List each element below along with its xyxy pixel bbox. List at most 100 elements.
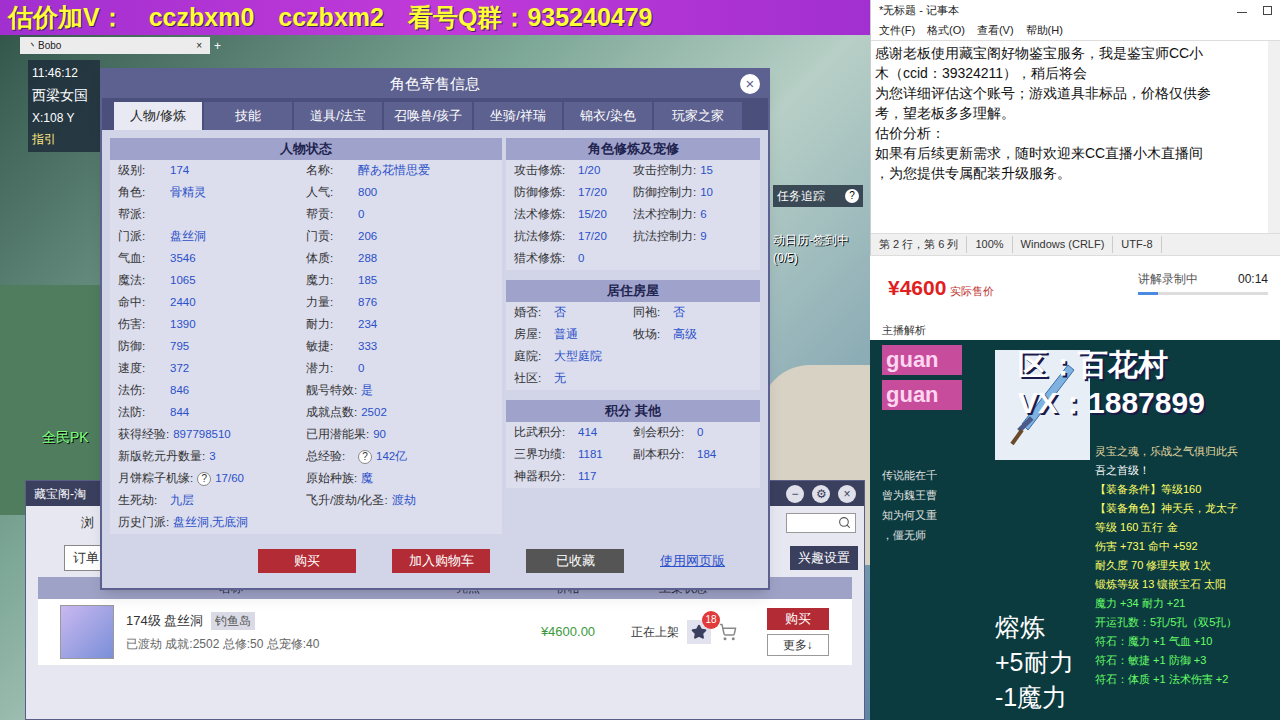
- smelt-line: -1魔力: [995, 680, 1095, 715]
- stat-label: 法术修炼:: [514, 206, 574, 223]
- favorite-button[interactable]: 18: [687, 620, 711, 644]
- text-line: 感谢老板使用藏宝阁好物鉴宝服务，我是鉴宝师CC小: [875, 43, 1264, 63]
- calendar[interactable]: 动日历-签到中(0/5): [773, 231, 865, 267]
- stat-label: 新版乾元丹数量:: [118, 448, 205, 465]
- stat-label: 抗法修炼:: [514, 228, 574, 245]
- stat-cell: 社区:无: [514, 370, 633, 387]
- interest-button[interactable]: 兴趣设置: [790, 546, 858, 570]
- banner-text: cczbxm2: [278, 0, 384, 36]
- dialog-button[interactable]: 加入购物车: [392, 549, 490, 573]
- tab-close[interactable]: ×: [196, 38, 202, 53]
- stat-cell: 角色:骨精灵: [118, 184, 306, 201]
- stat-value: 876: [358, 294, 377, 311]
- stat-value: 盘丝洞: [170, 228, 206, 245]
- stat-label: 社区:: [514, 370, 550, 387]
- stat-label: 速度:: [118, 360, 166, 377]
- text-line: 木（ccid：39324211），稍后将会: [875, 63, 1264, 83]
- stat-label: 历史门派:: [118, 514, 169, 531]
- stat-label: 名称:: [306, 162, 354, 179]
- search-icon[interactable]: [838, 516, 851, 529]
- status-item: 100%: [967, 236, 1012, 253]
- hud-map: 西梁女国: [32, 85, 96, 106]
- stat-label: 人气:: [306, 184, 354, 201]
- banner: 估价加V：cczbxm0cczbxm2看号Q群：935240479: [0, 0, 870, 35]
- stat-cell: 牧场:高级: [633, 326, 752, 343]
- maximize-icon[interactable]: [1263, 6, 1272, 15]
- window-control[interactable]: ⚙: [812, 485, 830, 503]
- stat-value: 10: [700, 184, 713, 201]
- stat-cell: 获得经验:897798510: [118, 426, 306, 443]
- avatar-icon: [60, 605, 114, 659]
- help-icon[interactable]: ?: [358, 450, 372, 464]
- stat-row: 法伤:846靓号特效:是: [110, 380, 502, 402]
- menu-item[interactable]: 文件(F): [879, 22, 915, 39]
- stat-value: 1065: [170, 272, 196, 289]
- stat-cell: 体质:288: [306, 250, 494, 267]
- minimize-icon[interactable]: [1237, 12, 1247, 13]
- menu-item[interactable]: 帮助(H): [1026, 22, 1063, 39]
- table-row[interactable]: 174级 盘丝洞钓鱼岛已渡劫 成就:2502 总修:50 总宠修:40¥4600…: [38, 599, 852, 665]
- row-summary: 已渡劫 成就:2502 总修:50 总宠修:40: [126, 635, 319, 653]
- notepad-title: *无标题 - 记事本: [879, 2, 959, 19]
- nav-item[interactable]: 浏: [81, 513, 94, 533]
- stat-value: 无: [554, 370, 566, 387]
- browser-tab[interactable]: 丶Bobo×: [20, 37, 210, 54]
- item-line: 吾之首级！: [1095, 461, 1280, 480]
- menu-item[interactable]: 格式(O): [927, 22, 965, 39]
- stat-value: 3: [209, 448, 215, 465]
- section-label: 主播解析: [882, 322, 926, 339]
- dialog-close[interactable]: ×: [740, 74, 760, 94]
- stat-value: 142亿: [376, 448, 407, 465]
- buy-button[interactable]: 购买: [767, 608, 829, 630]
- scrollbar[interactable]: [1268, 41, 1280, 233]
- hud-pk[interactable]: 全民PK: [42, 427, 89, 448]
- stat-value: 184: [697, 446, 716, 463]
- stat-cell: 伤害:1390: [118, 316, 306, 333]
- stat-cell: 飞升/渡劫/化圣:渡劫: [306, 492, 494, 509]
- tab[interactable]: 道具/法宝: [294, 102, 382, 130]
- more-button[interactable]: 更多↓: [767, 634, 829, 656]
- tab[interactable]: 技能: [204, 102, 292, 130]
- stat-label: 婚否:: [514, 304, 550, 321]
- stat-value: 844: [170, 404, 189, 421]
- cart-icon[interactable]: [719, 623, 737, 641]
- stat-value: 800: [358, 184, 377, 201]
- stat-label: 伤害:: [118, 316, 166, 333]
- window-control[interactable]: ×: [838, 485, 856, 503]
- stat-value: 0: [358, 206, 364, 223]
- tab-add[interactable]: +: [214, 37, 221, 55]
- stat-value: 206: [358, 228, 377, 245]
- price-strip: ¥4600实际售价讲解录制中00:14主播解析: [870, 255, 1280, 340]
- points-section: 积分 其他比武积分:414剑会积分:0三界功绩:1181副本积分:184神器积分…: [506, 400, 760, 488]
- hud-time: 11:46:12: [32, 64, 96, 82]
- hud-guide[interactable]: 指引: [32, 130, 96, 148]
- help-icon[interactable]: ?: [197, 472, 211, 486]
- task-help[interactable]: ?: [845, 189, 859, 203]
- lore-line: 曾为魏王曹: [882, 485, 995, 505]
- tab[interactable]: 召唤兽/孩子: [384, 102, 472, 130]
- stat-cell: 门派:盘丝洞: [118, 228, 306, 245]
- stat-value: 大型庭院: [554, 348, 602, 365]
- text-line: 估价分析：: [875, 123, 1264, 143]
- recording-label: 讲解录制中: [1138, 270, 1198, 288]
- row-price: ¥4600.00: [513, 622, 623, 642]
- stat-label: 帮贡:: [306, 206, 354, 223]
- banner-text: cczbxm0: [149, 0, 255, 36]
- stat-row: 魔法:1065魔力:185: [110, 270, 502, 292]
- window-control[interactable]: −: [786, 485, 804, 503]
- status-column: 人物状态级别:174名称:醉あ花惜思爱角色:骨精灵人气:800帮派:帮贡:0门派…: [110, 138, 502, 534]
- dialog-button[interactable]: 购买: [258, 549, 356, 573]
- menu-item[interactable]: 查看(V): [977, 22, 1014, 39]
- tab[interactable]: 人物/修炼: [114, 102, 202, 130]
- tab[interactable]: 坐骑/祥瑞: [474, 102, 562, 130]
- stat-cell: 庭院:大型庭院: [514, 348, 633, 365]
- stat-value: 795: [170, 338, 189, 355]
- tab[interactable]: 锦衣/染色: [564, 102, 652, 130]
- dialog-button[interactable]: 已收藏: [526, 549, 624, 573]
- notepad-text[interactable]: 感谢老板使用藏宝阁好物鉴宝服务，我是鉴宝师CC小木（ccid：39324211）…: [871, 40, 1280, 233]
- search-box[interactable]: [786, 513, 856, 533]
- dialog-button[interactable]: 使用网页版: [660, 551, 725, 571]
- tab[interactable]: 玩家之家: [654, 102, 742, 130]
- task-tracker[interactable]: 任务追踪?: [773, 185, 863, 207]
- stat-label: 牧场:: [633, 326, 669, 343]
